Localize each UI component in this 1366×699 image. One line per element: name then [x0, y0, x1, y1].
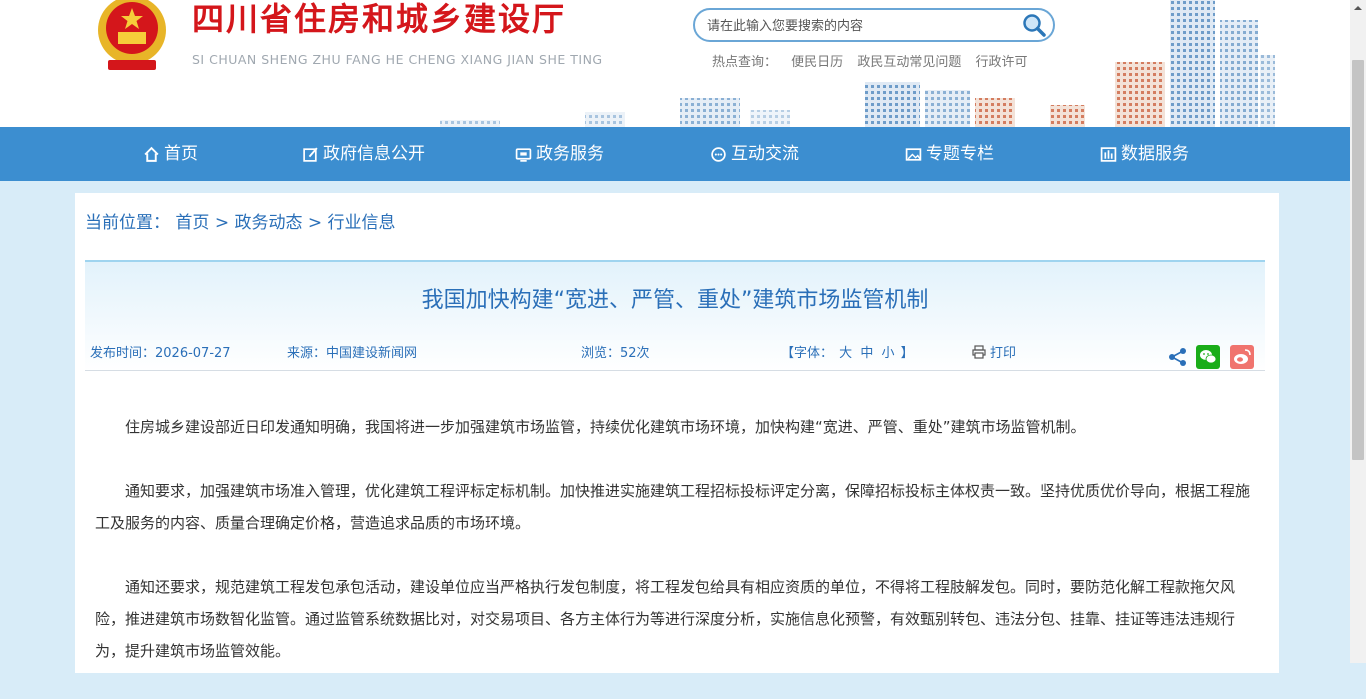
font-size-medium[interactable]: 中	[860, 346, 873, 361]
nav-label: 政府信息公开	[323, 144, 425, 164]
scrollbar-thumb[interactable]	[1352, 60, 1364, 460]
nav-item-gov-info[interactable]: 政府信息公开	[302, 127, 425, 181]
share-icon[interactable]	[1167, 346, 1189, 368]
nav-label: 首页	[164, 144, 198, 164]
breadcrumb-label: 当前位置：	[85, 213, 170, 233]
article-paragraph: 通知还要求，规范建筑工程发包承包活动，建设单位应当严格执行发包制度，将工程发包给…	[95, 578, 1236, 660]
site-title[interactable]: 四川省住房和城乡建设厅	[192, 0, 566, 40]
hot-search: 热点查询： 便民日历 政民互动常见问题 行政许可	[712, 51, 1037, 70]
article-header: 我国加快构建“宽进、严管、重处”建筑市场监管机制 发布时间：2026-07-27…	[85, 260, 1265, 372]
print-button[interactable]: 打印	[972, 342, 1016, 361]
printer-icon	[972, 344, 986, 359]
nav-item-home[interactable]: 首页	[143, 127, 198, 181]
publish-time: 发布时间：2026-07-27	[90, 346, 231, 361]
article-title: 我国加快构建“宽进、严管、重处”建筑市场监管机制	[421, 288, 929, 313]
content-panel: 当前位置： 首页 > 政务动态 > 行业信息 我国加快构建“宽进、严管、重处”建…	[75, 193, 1279, 673]
breadcrumb: 当前位置： 首页 > 政务动态 > 行业信息	[85, 208, 396, 233]
hot-link-calendar[interactable]: 便民日历	[791, 55, 843, 70]
main-nav: 首页 政府信息公开 政务服务 互动交流 专题专栏 数据服务	[0, 127, 1350, 181]
article-paragraph: 住房城乡建设部近日印发通知明确，我国将进一步加强建筑市场监管，持续优化建筑市场环…	[125, 418, 1086, 436]
breadcrumb-home[interactable]: 首页	[175, 213, 209, 233]
hot-search-label: 热点查询：	[712, 55, 778, 70]
font-size-control: 【字体： 大 中 小 】	[781, 342, 914, 361]
home-icon	[144, 146, 159, 162]
breadcrumb-industry[interactable]: 行业信息	[328, 213, 396, 233]
chat-icon	[711, 146, 726, 162]
divider	[85, 370, 1265, 371]
nav-label: 数据服务	[1121, 144, 1189, 164]
font-size-large[interactable]: 大	[839, 346, 852, 361]
chart-icon	[1100, 146, 1117, 162]
hot-link-license[interactable]: 行政许可	[975, 55, 1027, 70]
monitor-icon	[515, 147, 532, 162]
national-emblem-icon	[98, 0, 166, 70]
breadcrumb-separator: >	[307, 213, 323, 233]
breadcrumb-separator: >	[214, 213, 230, 233]
scroll-up-arrow-icon[interactable]	[1350, 0, 1366, 16]
nav-label: 政务服务	[536, 144, 604, 164]
nav-item-special[interactable]: 专题专栏	[905, 127, 994, 181]
article-body: 住房城乡建设部近日印发通知明确，我国将进一步加强建筑市场监管，持续优化建筑市场环…	[95, 411, 1255, 699]
nav-item-gov-service[interactable]: 政务服务	[515, 127, 604, 181]
site-header: 四川省住房和城乡建设厅 SI CHUAN SHENG ZHU FANG HE C…	[0, 0, 1350, 127]
site-pinyin: SI CHUAN SHENG ZHU FANG HE CHENG XIANG J…	[192, 52, 603, 67]
print-label: 打印	[990, 346, 1017, 361]
edit-icon	[303, 146, 318, 162]
search-input[interactable]	[705, 15, 1019, 37]
image-icon	[905, 147, 922, 161]
nav-label: 互动交流	[731, 144, 799, 164]
article-source: 来源：中国建设新闻网	[287, 346, 418, 361]
nav-item-data[interactable]: 数据服务	[1100, 127, 1189, 181]
wechat-icon[interactable]	[1196, 345, 1220, 369]
nav-item-interaction[interactable]: 互动交流	[710, 127, 799, 181]
article-paragraph: 通知要求，加强建筑市场准入管理，优化建筑工程评标定标机制。加快推进实施建筑工程招…	[95, 482, 1251, 532]
view-count: 浏览：52次	[581, 346, 650, 361]
font-size-small[interactable]: 小	[881, 346, 894, 361]
breadcrumb-news[interactable]: 政务动态	[234, 213, 302, 233]
font-label-close: 】	[900, 346, 914, 361]
hot-link-faq[interactable]: 政民互动常见问题	[857, 55, 961, 70]
search-icon[interactable]	[1021, 12, 1047, 38]
page-scrollbar[interactable]	[1350, 0, 1366, 663]
font-label-open: 【字体：	[781, 346, 834, 361]
nav-label: 专题专栏	[926, 144, 994, 164]
weibo-icon[interactable]	[1230, 345, 1254, 369]
search-box	[693, 8, 1055, 42]
